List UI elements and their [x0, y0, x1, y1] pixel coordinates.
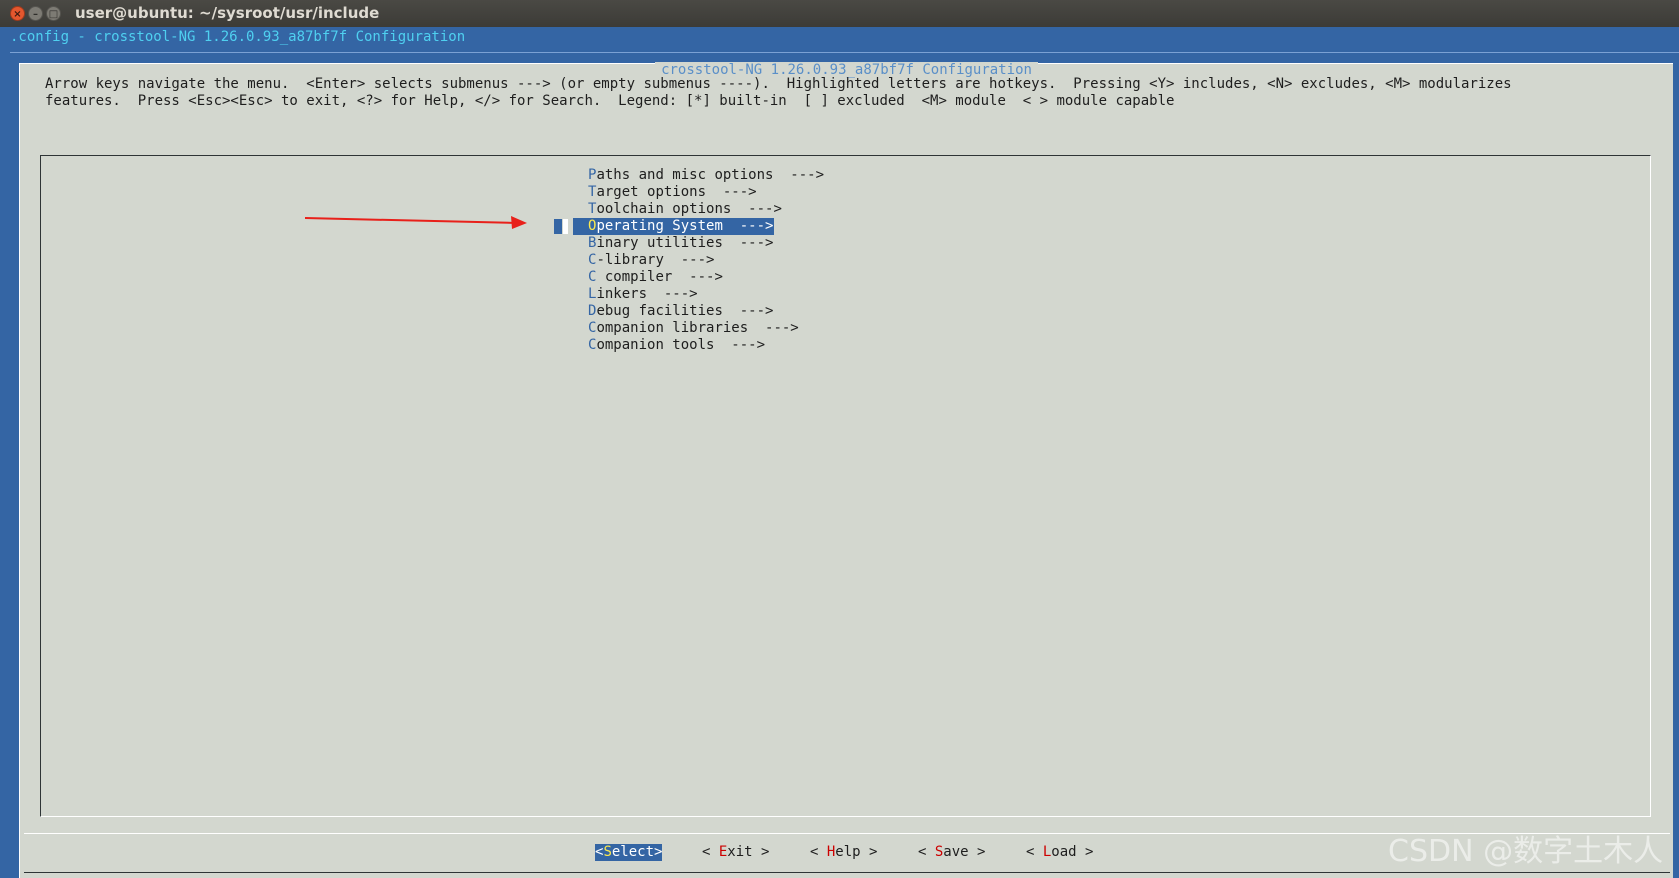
maximize-window-button[interactable]: □	[46, 6, 61, 21]
header-divider	[10, 52, 1679, 53]
annotation-arrow-icon	[305, 216, 527, 229]
menu-item[interactable]: C compiler --->	[588, 269, 724, 286]
help-line-1: Arrow keys navigate the menu. <Enter> se…	[45, 76, 1512, 92]
help-line-2: features. Press <Esc><Esc> to exit, <?> …	[45, 93, 1175, 109]
bottom-border	[24, 872, 1670, 873]
menu-item[interactable]: Paths and misc options --->	[588, 167, 825, 184]
menu-item-label: -library --->	[596, 252, 715, 268]
terminal-header: .config - crosstool-NG 1.26.0.93_a87bf7f…	[10, 29, 466, 45]
window-title: user@ubuntu: ~/sysroot/usr/include	[75, 4, 380, 22]
menu-item-label: ompanion tools --->	[596, 337, 766, 353]
save-button[interactable]: < Save >	[918, 844, 985, 861]
menuconfig-dialog: crosstool-NG 1.26.0.93_a87bf7f Configura…	[19, 62, 1673, 878]
save-button-post: ave >	[943, 844, 986, 860]
menu-item-label: ebug facilities --->	[596, 303, 774, 319]
menu-item-label: inkers --->	[596, 286, 698, 302]
menu-item[interactable]: Linkers --->	[588, 286, 699, 303]
help-button[interactable]: < Help >	[810, 844, 877, 861]
menu-item[interactable]: Companion tools --->	[588, 337, 766, 354]
menu-item-label: compiler --->	[596, 269, 723, 285]
exit-button-pre: <	[702, 844, 719, 860]
text-cursor	[563, 219, 568, 234]
select-button[interactable]: <Select>	[595, 844, 663, 861]
help-text: Arrow keys navigate the menu. <Enter> se…	[45, 76, 1665, 110]
exit-button[interactable]: < Exit >	[702, 844, 769, 861]
menu-item[interactable]: Debug facilities --->	[588, 303, 774, 320]
menu-item-label: aths and misc options --->	[596, 167, 825, 183]
watermark: CSDN @数字土木人	[1388, 834, 1664, 869]
menu-item-label: arget options --->	[596, 184, 757, 200]
load-button-pre: <	[1026, 844, 1043, 860]
window-titlebar: × – □ user@ubuntu: ~/sysroot/usr/include	[0, 0, 1679, 27]
close-window-button[interactable]: ×	[10, 6, 25, 21]
menu-item[interactable]: Binary utilities --->	[588, 235, 774, 252]
load-button-post: oad >	[1051, 844, 1094, 860]
minimize-window-button[interactable]: –	[28, 6, 43, 21]
cursor-marker	[554, 219, 562, 234]
menu-item-label: ompanion libraries --->	[596, 320, 799, 336]
menu-item[interactable]: C-library --->	[588, 252, 715, 269]
menu-item-label: inary utilities --->	[596, 235, 774, 251]
menu-item-label: oolchain options --->	[596, 201, 782, 217]
help-button-post: elp >	[835, 844, 878, 860]
menu-item[interactable]: Operating System --->	[573, 218, 775, 235]
menu-item[interactable]: Target options --->	[588, 184, 758, 201]
help-button-pre: <	[810, 844, 827, 860]
menu-item-label: perating System --->	[596, 218, 774, 234]
select-button-post: elect>	[611, 844, 663, 860]
menu-item[interactable]: Toolchain options --->	[588, 201, 783, 218]
save-button-pre: <	[918, 844, 935, 860]
menu-box: Paths and misc options ---> Target option…	[40, 155, 1651, 817]
load-button[interactable]: < Load >	[1026, 844, 1093, 861]
exit-button-post: xit >	[727, 844, 770, 860]
select-button-hotkey: S	[603, 844, 612, 860]
menu-item[interactable]: Companion libraries --->	[588, 320, 800, 337]
